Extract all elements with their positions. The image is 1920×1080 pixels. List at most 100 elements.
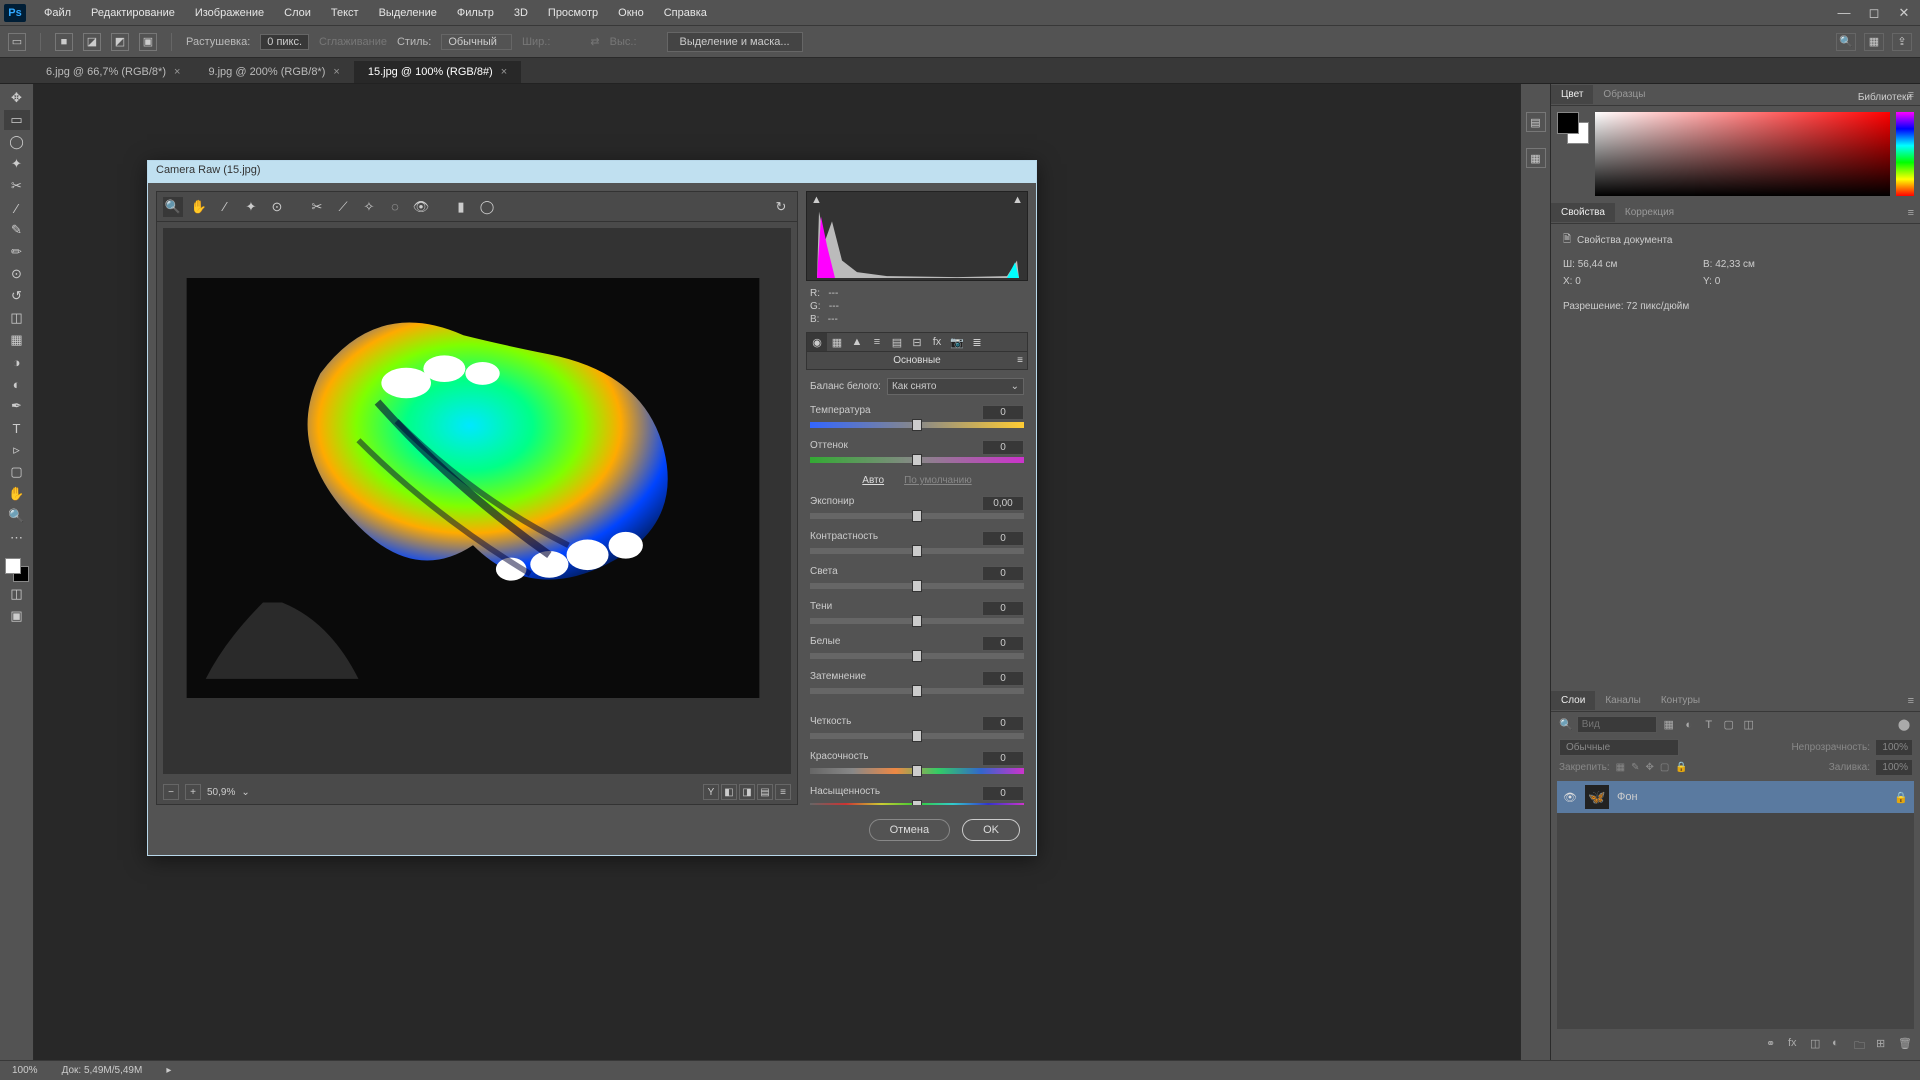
tab-color[interactable]: Цвет (1551, 85, 1593, 104)
slider-track[interactable] (810, 688, 1024, 694)
filter-pixel-icon[interactable]: ▦ (1661, 717, 1677, 733)
lens-tab-icon[interactable]: ⊟ (907, 333, 927, 351)
tab-doc-3[interactable]: 15.jpg @ 100% (RGB/8#)× (354, 61, 521, 83)
menu-layers[interactable]: Слои (274, 3, 321, 23)
lock-all-icon[interactable]: 🔒 (1675, 762, 1687, 773)
workspace-icon[interactable]: ▦ (1864, 33, 1884, 51)
panel-menu-icon[interactable]: ≡ (1017, 355, 1023, 366)
history-brush-tool[interactable]: ↺ (4, 286, 30, 306)
tab-doc-1[interactable]: 6.jpg @ 66,7% (RGB/8*)× (32, 61, 194, 83)
filter-smart-icon[interactable]: ◫ (1741, 717, 1757, 733)
slider-thumb[interactable] (912, 419, 922, 431)
crop-tool-icon[interactable]: ✂ (307, 197, 327, 217)
calibrate-tab-icon[interactable]: 📷 (947, 333, 967, 351)
slider-thumb[interactable] (912, 510, 922, 522)
color-panel[interactable] (1551, 106, 1920, 202)
preview-image[interactable] (163, 228, 791, 774)
basic-tab-icon[interactable]: ◉ (807, 333, 827, 351)
detail-tab-icon[interactable]: ▲ (847, 333, 867, 351)
highlight-clip-icon[interactable]: ▲ (1012, 194, 1023, 206)
delete-layer-icon[interactable]: 🗑 (1898, 1037, 1912, 1056)
zoom-out-button[interactable]: − (163, 784, 179, 800)
share-icon[interactable]: ⇪ (1892, 33, 1912, 51)
slider-thumb[interactable] (912, 730, 922, 742)
type-tool[interactable]: T (4, 418, 30, 438)
layer-name[interactable]: Фон (1617, 791, 1638, 803)
lock-pixels-icon[interactable]: ✎ (1631, 762, 1639, 773)
rotate-icon[interactable]: ↻ (771, 197, 791, 217)
histogram[interactable]: ▲ ▲ (806, 191, 1028, 281)
slider-value-input[interactable] (982, 636, 1024, 651)
selection-subtract-icon[interactable]: ◩ (111, 33, 129, 51)
filter-type-icon[interactable]: T (1701, 717, 1717, 733)
quick-select-tool[interactable]: ✦ (4, 154, 30, 174)
menu-window[interactable]: Окно (608, 3, 654, 23)
selection-intersect-icon[interactable]: ▣ (139, 33, 157, 51)
color-sampler-tool-icon[interactable]: ✦ (241, 197, 261, 217)
slider-thumb[interactable] (912, 685, 922, 697)
zoom-tool[interactable]: 🔍 (4, 506, 30, 526)
antialias-checkbox[interactable]: Сглаживание (319, 36, 387, 48)
status-zoom[interactable]: 100% (12, 1065, 38, 1076)
layer-mask-icon[interactable]: ◫ (1810, 1037, 1824, 1056)
tab-properties[interactable]: Свойства (1551, 203, 1615, 222)
layer-search-input[interactable] (1577, 716, 1657, 733)
target-adjust-tool-icon[interactable]: ⊙ (267, 197, 287, 217)
history-panel-icon[interactable]: ▤ (1526, 112, 1546, 132)
swap-icon[interactable]: ◨ (739, 784, 755, 800)
menu-file[interactable]: Файл (34, 3, 81, 23)
slider-value-input[interactable] (982, 751, 1024, 766)
slider-value-input[interactable] (982, 405, 1024, 420)
menu-select[interactable]: Выделение (369, 3, 447, 23)
slider-thumb[interactable] (912, 800, 922, 805)
window-minimize-icon[interactable]: — (1832, 5, 1856, 21)
slider-value-input[interactable] (982, 566, 1024, 581)
split-tab-icon[interactable]: ▤ (887, 333, 907, 351)
link-layers-icon[interactable]: ⚭ (1766, 1037, 1780, 1056)
menu-icon[interactable]: ≡ (775, 784, 791, 800)
menu-3d[interactable]: 3D (504, 3, 538, 23)
layer-thumbnail[interactable]: 🦋 (1585, 785, 1609, 809)
slider-value-input[interactable] (982, 671, 1024, 686)
menu-view[interactable]: Просмотр (538, 3, 608, 23)
redeye-tool-icon[interactable]: 👁 (411, 197, 431, 217)
status-arrow-icon[interactable]: ▸ (166, 1065, 171, 1076)
crop-tool[interactable]: ✂ (4, 176, 30, 196)
presets-tab-icon[interactable]: ≣ (967, 333, 987, 351)
preview-mode-icon[interactable]: Y (703, 784, 719, 800)
color-field[interactable] (1595, 112, 1890, 196)
healing-tool[interactable]: ✎ (4, 220, 30, 240)
tab-doc-2[interactable]: 9.jpg @ 200% (RGB/8*)× (194, 61, 353, 83)
tab-channels[interactable]: Каналы (1595, 691, 1651, 710)
filter-shape-icon[interactable]: ▢ (1721, 717, 1737, 733)
screen-mode-icon[interactable]: ▣ (4, 606, 30, 626)
copy-settings-icon[interactable]: ▤ (757, 784, 773, 800)
dodge-tool[interactable]: ◐ (4, 374, 30, 394)
hue-slider[interactable] (1896, 112, 1914, 196)
edit-toolbar[interactable]: ⋯ (4, 528, 30, 548)
canvas-area[interactable]: Camera Raw (15.jpg) 🔍 ✋ ⁄ ✦ ⊙ ✂ ⟋ ✧ ◌ � (34, 84, 1520, 1060)
lock-artboard-icon[interactable]: ▢ (1660, 762, 1669, 773)
shadow-clip-icon[interactable]: ▲ (811, 194, 822, 206)
spot-removal-tool-icon[interactable]: ◌ (385, 197, 405, 217)
adjustment-layer-icon[interactable]: ◐ (1832, 1037, 1846, 1056)
slider-value-input[interactable] (982, 716, 1024, 731)
slider-value-input[interactable] (982, 531, 1024, 546)
slider-thumb[interactable] (912, 580, 922, 592)
curve-tab-icon[interactable]: ▦ (827, 333, 847, 351)
adjustment-brush-icon[interactable]: ▮ (451, 197, 471, 217)
zoom-dropdown-icon[interactable]: ⌄ (241, 787, 249, 798)
status-doc[interactable]: Док: 5,49M/5,49M (62, 1065, 143, 1076)
close-icon[interactable]: × (501, 66, 507, 78)
search-icon[interactable]: 🔍 (1836, 33, 1856, 51)
menu-edit[interactable]: Редактирование (81, 3, 185, 23)
slider-track[interactable] (810, 803, 1024, 805)
new-layer-icon[interactable]: ⊞ (1876, 1037, 1890, 1056)
gradient-tool[interactable]: ▦ (4, 330, 30, 350)
layers-list[interactable]: 👁 🦋 Фон 🔒 (1557, 781, 1914, 1029)
marquee-tool[interactable]: ▭ (4, 110, 30, 130)
wb-dropdown[interactable]: Как снято (887, 378, 1024, 395)
white-balance-tool-icon[interactable]: ⁄ (215, 197, 235, 217)
pen-tool[interactable]: ✒ (4, 396, 30, 416)
actions-panel-icon[interactable]: ▦ (1526, 148, 1546, 168)
